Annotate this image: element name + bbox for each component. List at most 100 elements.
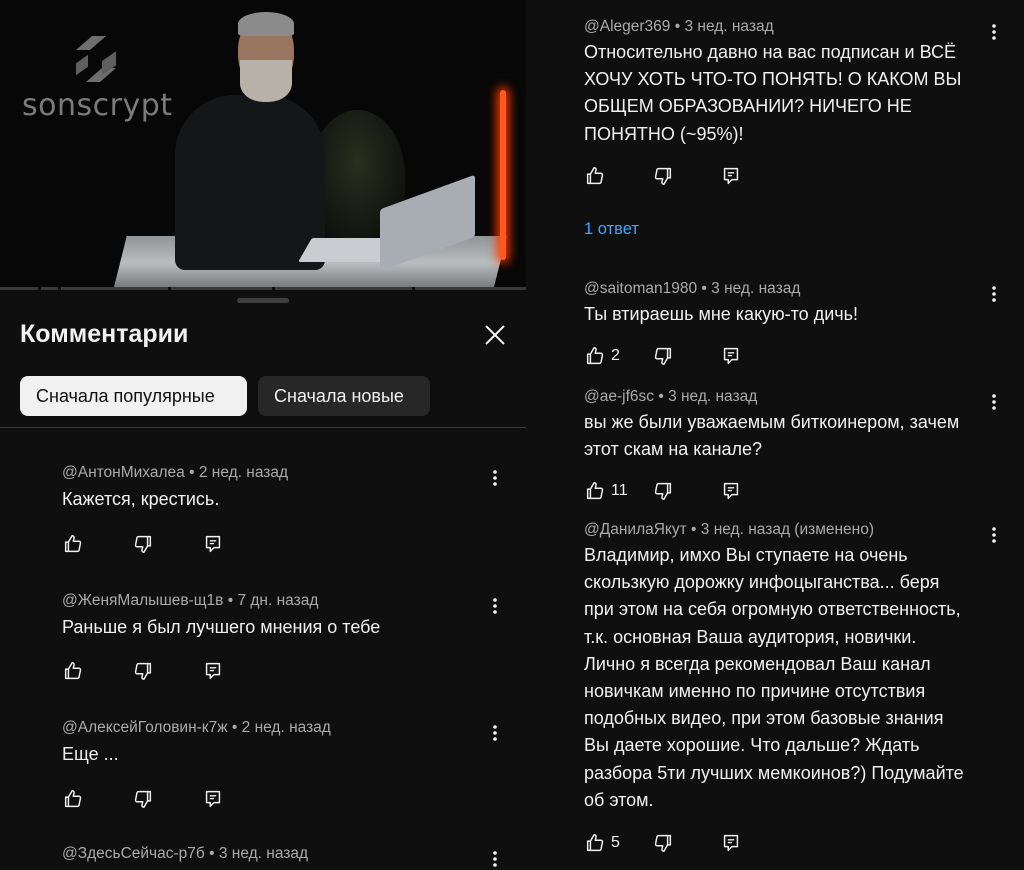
comment-text: вы же были уважаемым биткоинером, зачем …: [584, 409, 1004, 463]
like-button[interactable]: 11: [584, 480, 628, 502]
comment-author[interactable]: @ДанилаЯкут: [584, 521, 687, 538]
comment-text-line: подобных видео, при этом базовые знания: [584, 708, 944, 729]
comment-text-line: вы же были уважаемым биткоинером, зачем: [584, 412, 960, 432]
video-presenter-beard: [240, 60, 292, 102]
reply-icon: [205, 662, 221, 680]
comment-meta: @ДанилаЯкут • 3 нед. назад (изменено): [584, 521, 875, 538]
comment-author[interactable]: @saitoman1980: [584, 280, 697, 297]
reply-button[interactable]: [720, 480, 742, 502]
chapter-gap: [412, 287, 415, 290]
comment-author[interactable]: @Aleger369: [584, 18, 670, 35]
comment-menu-button[interactable]: [488, 595, 502, 617]
like-button[interactable]: [62, 788, 84, 810]
like-count: 11: [611, 482, 628, 499]
video-player[interactable]: sonscrypt: [0, 0, 526, 288]
comment-text: Кажется, крестись.: [62, 489, 220, 509]
reply-icon: [205, 790, 221, 808]
reply-icon: [723, 482, 739, 500]
reply-icon: [205, 535, 221, 553]
reply-button[interactable]: [202, 533, 224, 555]
like-button[interactable]: [584, 165, 606, 187]
comment-text-line: новичкам именно по причине отсутствия: [584, 681, 926, 702]
dislike-button[interactable]: [652, 480, 674, 502]
comment-text-line: ПОНЯТНО (~95%)!: [584, 123, 744, 144]
like-count: 2: [611, 347, 620, 364]
thumbs-down-icon: [134, 662, 152, 680]
reply-button[interactable]: [202, 660, 224, 682]
drag-handle[interactable]: [237, 298, 289, 303]
thumbs-up-icon: [586, 167, 604, 185]
reply-button[interactable]: [720, 832, 742, 854]
comment-text-line: разбора 5ти лучших мемкоинов?) Подумайте: [584, 762, 964, 783]
comment-time: 3 нед. назад: [218, 845, 309, 862]
comment-menu-button[interactable]: [488, 848, 502, 870]
comment-text-line: Ты втираешь мне какую-то дичь!: [584, 304, 859, 324]
more-vert-icon: [992, 527, 996, 543]
comment-author[interactable]: @ЖеняМалышев-щ1в: [62, 592, 223, 609]
comment-author[interactable]: @АнтонМихалеа: [62, 464, 185, 481]
reply-icon: [723, 167, 739, 185]
thumbs-down-icon: [654, 347, 672, 365]
sort-popular-chip[interactable]: Сначала популярные: [20, 376, 247, 416]
dislike-button[interactable]: [132, 533, 154, 555]
dislike-button[interactable]: [132, 660, 154, 682]
comment-menu-button[interactable]: [488, 722, 502, 744]
comment-meta: @saitoman1980 • 3 нед. назад: [584, 280, 801, 297]
replies-link[interactable]: 1 ответ: [584, 220, 639, 239]
dislike-button[interactable]: [652, 345, 674, 367]
video-logo-text: sonscrypt: [22, 88, 173, 123]
comment-text-line: Лично я всегда рекомендовал Ваш канал: [584, 653, 931, 674]
sunscrypt-logo-icon: [76, 36, 116, 82]
comment-menu-button[interactable]: [987, 391, 1001, 413]
like-button[interactable]: 2: [584, 345, 620, 367]
comment-menu-button[interactable]: [987, 21, 1001, 43]
more-vert-icon: [992, 286, 996, 302]
comment-time: 3 нед. назад (изменено): [700, 521, 875, 538]
comment-text-line: об этом.: [584, 789, 654, 810]
like-button[interactable]: 5: [584, 832, 620, 854]
comment-author[interactable]: @ae-jf6sc: [584, 388, 654, 405]
dislike-button[interactable]: [132, 788, 154, 810]
like-button[interactable]: [62, 533, 84, 555]
comment-menu-button[interactable]: [488, 467, 502, 489]
dislike-button[interactable]: [652, 165, 674, 187]
dislike-button[interactable]: [652, 832, 674, 854]
comment-meta: @АлексейГоловин-к7ж • 2 нед. назад: [62, 719, 331, 736]
video-presenter: [175, 95, 325, 270]
sort-newest-chip[interactable]: Сначала новые: [258, 376, 430, 416]
video-presenter-hair: [238, 12, 294, 36]
reply-button[interactable]: [202, 788, 224, 810]
video-neon-light: [500, 90, 506, 260]
reply-button[interactable]: [720, 345, 742, 367]
comment-item: @Aleger369 • 3 нед. назад Относительно д…: [584, 18, 1004, 148]
comment-menu-button[interactable]: [987, 283, 1001, 305]
divider: [0, 427, 526, 428]
reply-icon: [723, 834, 739, 852]
comment-author[interactable]: @ЗдесьСейчас-р7б: [62, 845, 205, 862]
comment-text-line: ХОЧУ ХОТЬ ЧТО-ТО ПОНЯТЬ! О КАКОМ ВЫ: [584, 69, 962, 90]
more-vert-icon: [992, 24, 996, 40]
video-chapter-progress[interactable]: [0, 287, 526, 290]
comment-time: 3 нед. назад: [684, 18, 774, 35]
close-button[interactable]: [482, 322, 508, 348]
thumbs-down-icon: [134, 535, 152, 553]
comment-menu-button[interactable]: [987, 524, 1001, 546]
thumbs-down-icon: [654, 482, 672, 500]
reply-button[interactable]: [720, 165, 742, 187]
thumbs-down-icon: [654, 167, 672, 185]
chapter-gap: [58, 287, 61, 290]
comment-item: @ЖеняМалышев-щ1в • 7 дн. назад Раньше я …: [62, 592, 512, 641]
comment-text: Относительно давно на вас подписан и ВСЁ…: [584, 39, 1004, 148]
reply-icon: [723, 347, 739, 365]
comment-text: Раньше я был лучшего мнения о тебе: [62, 617, 381, 637]
comment-text: Ты втираешь мне какую-то дичь!: [584, 301, 1004, 328]
thumbs-down-icon: [654, 834, 672, 852]
comment-item: @saitoman1980 • 3 нед. назад Ты втираешь…: [584, 280, 1004, 328]
comment-text-line: Относительно давно на вас подписан и ВСЁ: [584, 42, 956, 62]
comment-author[interactable]: @АлексейГоловин-к7ж: [62, 719, 228, 736]
thumbs-up-icon: [64, 662, 82, 680]
comment-time: 2 нед. назад: [241, 719, 331, 736]
comment-meta: @АнтонМихалеа • 2 нед. назад: [62, 464, 289, 481]
like-button[interactable]: [62, 660, 84, 682]
comment-time: 2 нед. назад: [198, 464, 289, 481]
